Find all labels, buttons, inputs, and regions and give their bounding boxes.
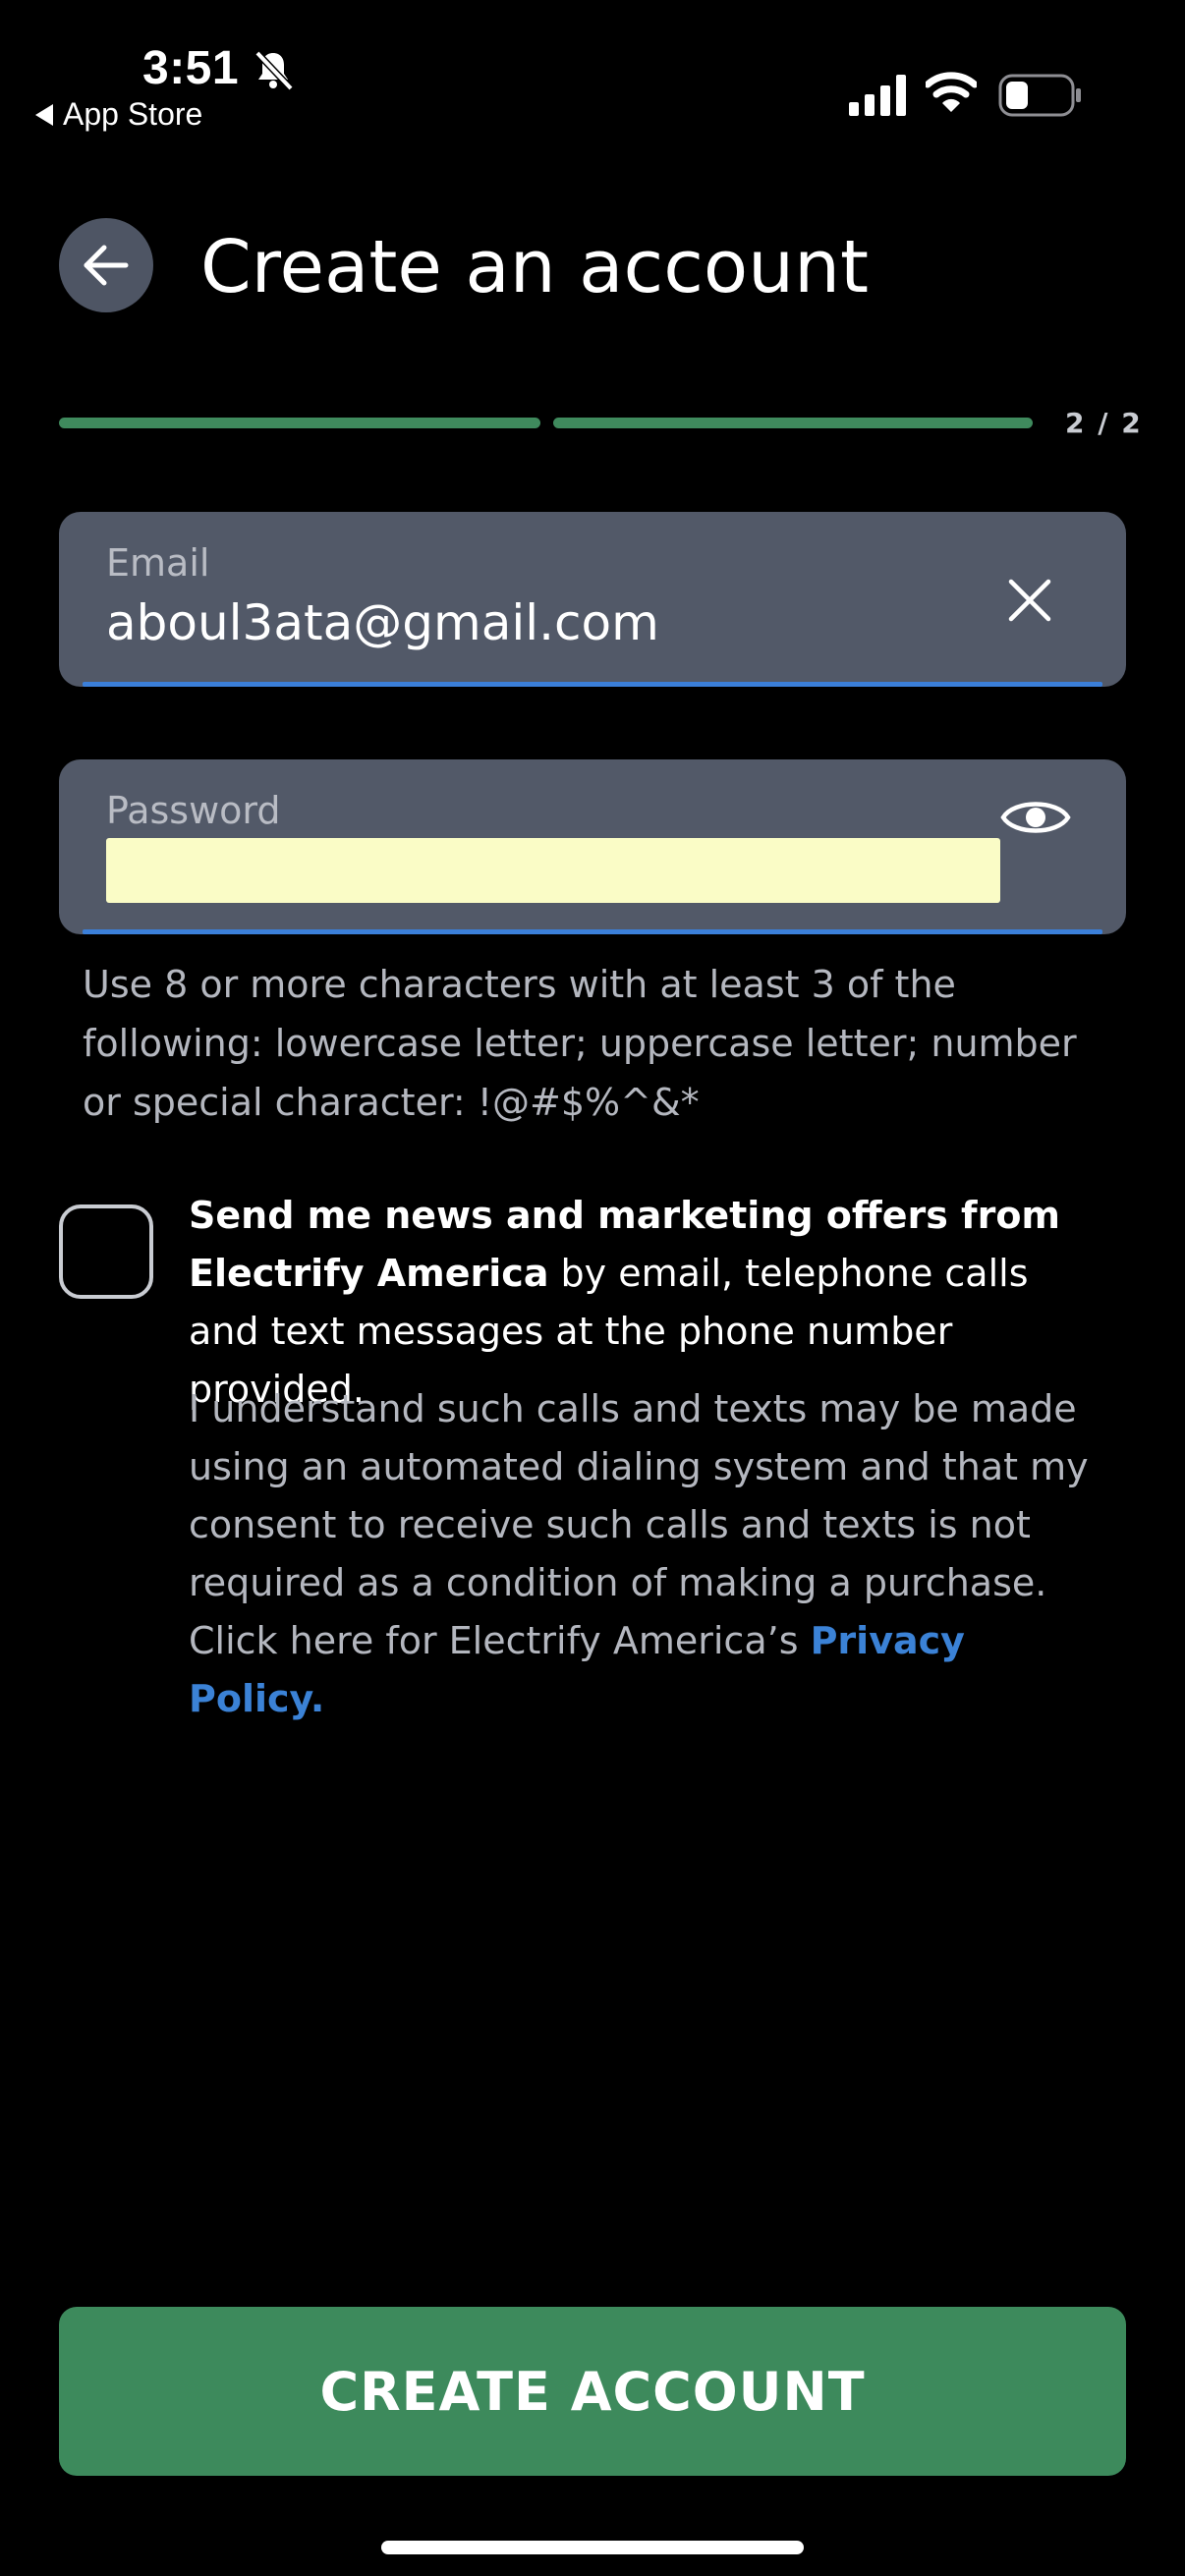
password-label: Password [106,789,281,832]
wifi-icon [926,72,977,112]
eye-icon [1000,802,1071,833]
password-focus-underline [83,929,1102,934]
back-to-app-store[interactable]: App Store [35,96,202,133]
arrow-left-icon [84,245,129,286]
progress-step-2 [553,418,1033,428]
page-title: Create an account [200,225,869,309]
password-hint: Use 8 or more characters with at least 3… [83,963,1077,1124]
show-password-button[interactable] [988,783,1083,852]
back-button[interactable] [59,218,153,312]
progress-label: 2 / 2 [1065,407,1143,439]
email-focus-underline [83,682,1102,687]
status-time: 3:51 [142,42,240,94]
password-field[interactable]: Password [59,759,1126,934]
progress-step-1 [59,418,540,428]
home-indicator[interactable] [381,2541,804,2554]
battery-icon [998,74,1081,117]
email-field[interactable]: Email [59,512,1126,687]
email-input[interactable] [106,594,971,651]
consent-disclaimer: I understand such calls and texts may be… [189,1380,1102,1728]
cellular-signal-icon [849,75,906,116]
back-triangle-icon [35,103,53,126]
back-app-label: App Store [63,96,203,132]
close-icon [1008,579,1051,622]
email-label: Email [106,541,210,585]
marketing-consent-checkbox[interactable] [59,1204,153,1299]
bell-slash-icon [254,50,294,91]
clear-email-button[interactable] [990,561,1069,640]
create-account-button[interactable]: CREATE ACCOUNT [59,2307,1126,2476]
password-input[interactable] [106,838,1000,903]
